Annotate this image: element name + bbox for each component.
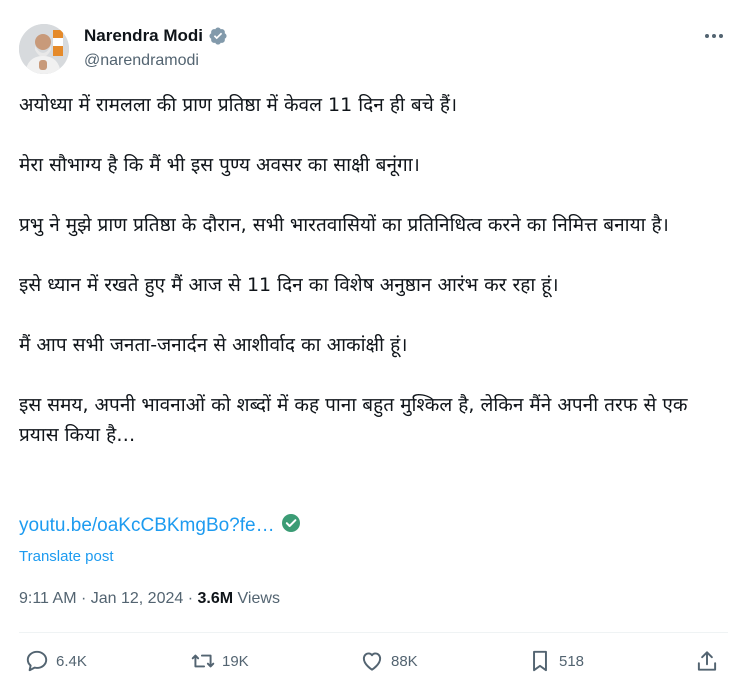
repost-button[interactable]: 19K: [190, 648, 249, 674]
views-label: Views: [237, 590, 280, 607]
post-time[interactable]: 9:11 AM: [19, 590, 77, 607]
author-name[interactable]: Narendra Modi: [84, 26, 228, 46]
divider: [19, 632, 728, 633]
tweet-paragraph: प्रभु ने मुझे प्राण प्रतिष्ठा के दौरान, …: [19, 214, 669, 236]
tweet-paragraph: मेरा सौभाग्य है कि मैं भी इस पुण्य अवसर …: [19, 154, 420, 176]
tweet-paragraph: मैं आप सभी जनता-जनार्दन से आशीर्वाद का आ…: [19, 334, 408, 356]
translate-post-link[interactable]: Translate post: [19, 548, 114, 565]
like-count: 88K: [391, 652, 418, 670]
views-count: 3.6M: [197, 590, 234, 607]
more-options-icon[interactable]: [703, 26, 725, 46]
repost-icon: [191, 654, 215, 668]
post-date[interactable]: Jan 12, 2024: [91, 590, 184, 607]
author-handle[interactable]: @narendramodi: [84, 52, 199, 70]
check-icon: [281, 513, 301, 538]
reply-button[interactable]: 6.4K: [24, 648, 87, 674]
like-button[interactable]: 88K: [359, 648, 418, 674]
reply-count: 6.4K: [56, 652, 87, 670]
meta-separator: ·: [80, 590, 91, 607]
bookmark-icon: [533, 650, 547, 672]
avatar[interactable]: [19, 24, 69, 74]
repost-count: 19K: [222, 652, 249, 670]
heart-icon: [362, 652, 382, 671]
tweet-paragraph: इसे ध्यान में रखते हुए मैं आज से 11 दिन …: [19, 274, 559, 296]
tweet-paragraph: अयोध्या में रामलला की प्राण प्रतिष्ठा मे…: [19, 94, 458, 116]
youtube-link[interactable]: youtu.be/oaKcCBKmgBo?fe…: [19, 515, 275, 537]
meta-separator: ·: [187, 590, 198, 607]
post-meta: 9:11 AM · Jan 12, 2024 · 3.6M Views: [19, 590, 280, 608]
tweet-paragraph: इस समय, अपनी भावनाओं को शब्दों में कह पा…: [19, 394, 688, 446]
link-row: youtu.be/oaKcCBKmgBo?fe…: [19, 513, 301, 538]
bookmark-count: 518: [559, 652, 585, 670]
verified-badge-icon[interactable]: [208, 26, 228, 46]
tweet-text: अयोध्या में रामलला की प्राण प्रतिष्ठा मे…: [19, 90, 709, 480]
bookmark-button[interactable]: 518: [527, 648, 584, 674]
reply-icon: [26, 650, 48, 672]
share-button[interactable]: [694, 648, 720, 674]
share-icon: [697, 651, 717, 671]
author-name-text[interactable]: Narendra Modi: [84, 26, 203, 46]
